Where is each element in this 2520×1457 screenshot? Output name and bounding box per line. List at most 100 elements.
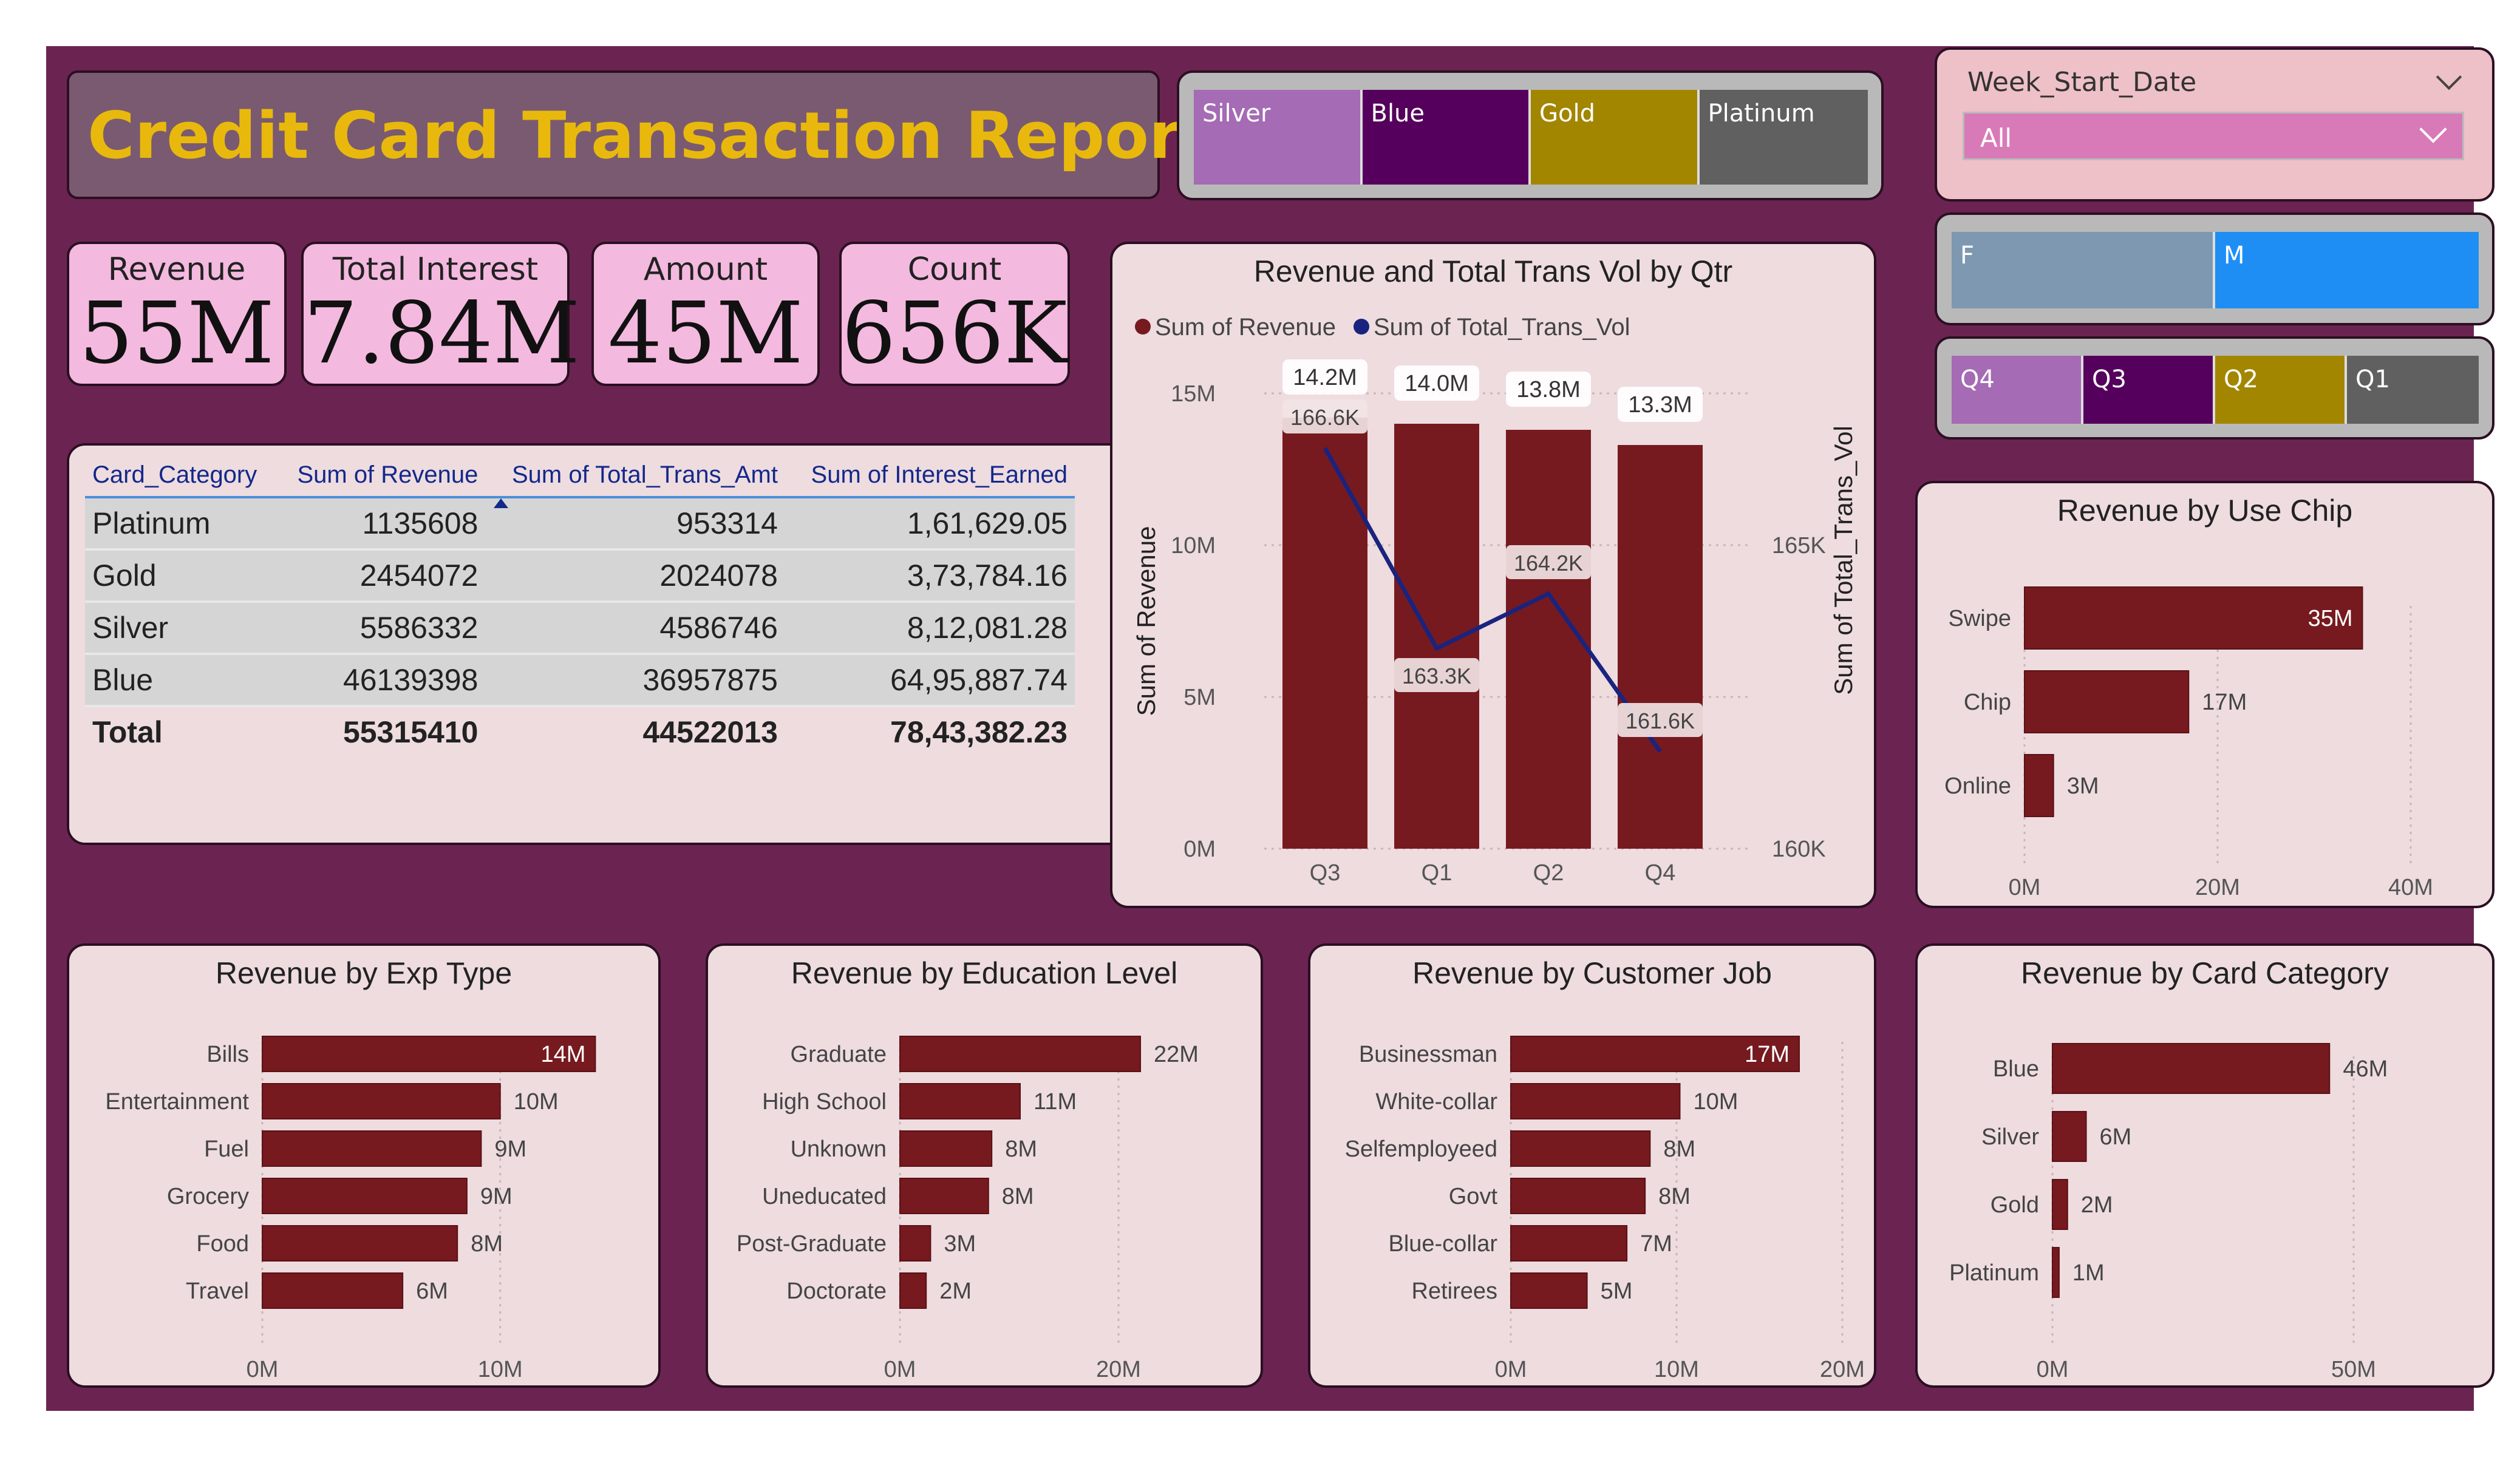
y-tick-label: Silver: [1981, 1124, 2039, 1150]
table-cell: 2454072: [276, 549, 486, 603]
data-label: 2M: [939, 1279, 972, 1304]
customer-job-panel: Revenue by Customer Job 0M 10M 20M Businessm…: [1308, 943, 1876, 1388]
data-label: 6M: [2100, 1124, 2132, 1150]
trans-vol-line: [1323, 447, 1662, 753]
data-label: 3M: [944, 1231, 976, 1257]
x-tick-label: 0M: [1495, 1357, 1527, 1382]
table-cell: 36957875: [485, 654, 785, 707]
line-data-label: 161.6K: [1626, 708, 1695, 733]
y-tick-label: 15M: [1171, 381, 1216, 407]
y-axis-title: Sum of Revenue: [1132, 526, 1160, 716]
column-header[interactable]: Card_Category: [85, 455, 277, 498]
column-header[interactable]: Sum of Interest_Earned: [785, 455, 1075, 498]
y-tick-label: Unknown: [791, 1136, 887, 1162]
x-tick-label: Q4: [1645, 860, 1676, 886]
gender-slicer-option-f[interactable]: F: [1952, 232, 2215, 308]
bar: [899, 1225, 931, 1262]
table-cell: 1,61,629.05: [785, 497, 1075, 551]
chevron-up-icon[interactable]: [2436, 64, 2462, 90]
y-tick-label: Chip: [1964, 690, 2011, 715]
table-row[interactable]: Silver 5586332 4586746 8,12,081.28: [85, 602, 1075, 655]
y-tick-label: Gold: [1990, 1192, 2039, 1218]
x-tick-label: 20M: [1820, 1357, 1865, 1382]
bar: [899, 1272, 927, 1309]
table-cell: 1135608: [276, 497, 486, 551]
chart-title: Revenue by Use Chip: [2057, 494, 2352, 528]
y-tick-label: Entertainment: [105, 1089, 249, 1115]
quarter-slicer-option-q1[interactable]: Q1: [2347, 356, 2479, 424]
bar: [1394, 424, 1479, 849]
bar: [1510, 1272, 1588, 1309]
y-tick-label: Fuel: [204, 1136, 249, 1162]
y-tick-label: Online: [1944, 773, 2011, 799]
x-tick-label: 10M: [478, 1357, 523, 1382]
quarter-slicer-option-q4[interactable]: Q4: [1952, 356, 2083, 424]
bar: [2052, 1247, 2060, 1298]
data-label: 9M: [480, 1184, 513, 1209]
bar: [1618, 445, 1703, 849]
bar: [2024, 670, 2190, 733]
education-panel: Revenue by Education Level 0M 20M Graduate 2…: [706, 943, 1263, 1388]
customer-job-chart: Revenue by Customer Job 0M 10M 20M Businessm…: [1345, 956, 1865, 1382]
quarter-slicer-option-q2[interactable]: Q2: [2215, 356, 2347, 424]
table-cell: Silver: [85, 602, 277, 655]
table-cell: 2024078: [485, 549, 785, 603]
week-filter-dropdown[interactable]: All: [1963, 112, 2464, 160]
kpi-amount: Amount 45M: [591, 242, 820, 386]
column-header[interactable]: Sum of Revenue: [276, 455, 486, 498]
x-tick-label: 40M: [2388, 875, 2433, 900]
gender-slicer: FM: [1935, 212, 2494, 325]
bar: [899, 1130, 993, 1167]
kpi-revenue: Revenue 55M: [67, 242, 287, 386]
y-tick-label: Post-Graduate: [737, 1231, 887, 1257]
card-slicer-option-silver[interactable]: Silver: [1194, 90, 1363, 185]
data-label: 3M: [2067, 773, 2099, 799]
y-tick-label: Bills: [206, 1042, 249, 1067]
column-header-sorted[interactable]: Sum of Total_Trans_Amt: [485, 455, 785, 508]
card-slicer-option-blue[interactable]: Blue: [1362, 90, 1531, 185]
data-label: 10M: [514, 1089, 559, 1115]
table-row[interactable]: Platinum 1135608 953314 1,61,629.05: [85, 497, 1075, 551]
card-slicer-option-gold[interactable]: Gold: [1531, 90, 1700, 185]
table-row[interactable]: Gold 2454072 2024078 3,73,784.16: [85, 549, 1075, 603]
table-cell: 953314: [485, 497, 785, 551]
sort-ascending-icon[interactable]: [494, 498, 509, 508]
bar: [262, 1225, 458, 1262]
data-label: 13.8M: [1516, 377, 1581, 402]
data-label: 2M: [2081, 1192, 2113, 1218]
quarter-slicer-option-q3[interactable]: Q3: [2083, 356, 2215, 424]
bar: [262, 1272, 404, 1309]
table-cell: Total: [85, 705, 277, 757]
data-label: 7M: [1640, 1231, 1672, 1257]
data-label: 9M: [494, 1136, 526, 1162]
x-tick-label: 10M: [1654, 1357, 1699, 1382]
bar: [1282, 418, 1367, 849]
table-row[interactable]: Blue 46139398 36957875 64,95,887.74: [85, 654, 1075, 707]
y-tick-label: Blue-collar: [1388, 1231, 1497, 1257]
combo-chart-panel: Revenue and Total Trans Vol by Qtr Sum of…: [1110, 242, 1876, 908]
data-label: 8M: [1005, 1136, 1037, 1162]
column-header-label: Sum of Total_Trans_Amt: [512, 461, 778, 488]
legend-trans-vol-marker: [1354, 319, 1369, 335]
bar: [2052, 1043, 2331, 1094]
legend-label: Sum of Total_Trans_Vol: [1374, 314, 1630, 341]
y-tick-label: Grocery: [167, 1184, 249, 1209]
kpi-label: Total Interest: [332, 251, 539, 288]
y2-tick-label: 165K: [1772, 533, 1826, 559]
x-tick-label: Q3: [1310, 860, 1341, 886]
bar: [1510, 1225, 1628, 1262]
gender-slicer-option-m[interactable]: M: [2215, 232, 2479, 308]
x-tick-label: 20M: [2195, 875, 2240, 900]
bar: [899, 1178, 989, 1214]
table-cell: 78,43,382.23: [785, 705, 1075, 757]
kpi-label: Revenue: [107, 251, 246, 288]
table-cell: 64,95,887.74: [785, 654, 1075, 707]
week-filter-selected: All: [1980, 123, 2012, 153]
x-tick-label: 0M: [2037, 1357, 2069, 1382]
data-label: 8M: [471, 1231, 503, 1257]
chart-title: Revenue by Card Category: [2021, 956, 2389, 990]
card-slicer-option-platinum[interactable]: Platinum: [1699, 90, 1868, 185]
data-label: 14.0M: [1405, 371, 1469, 396]
line-data-label: 164.2K: [1514, 551, 1583, 576]
bar: [262, 1083, 501, 1119]
